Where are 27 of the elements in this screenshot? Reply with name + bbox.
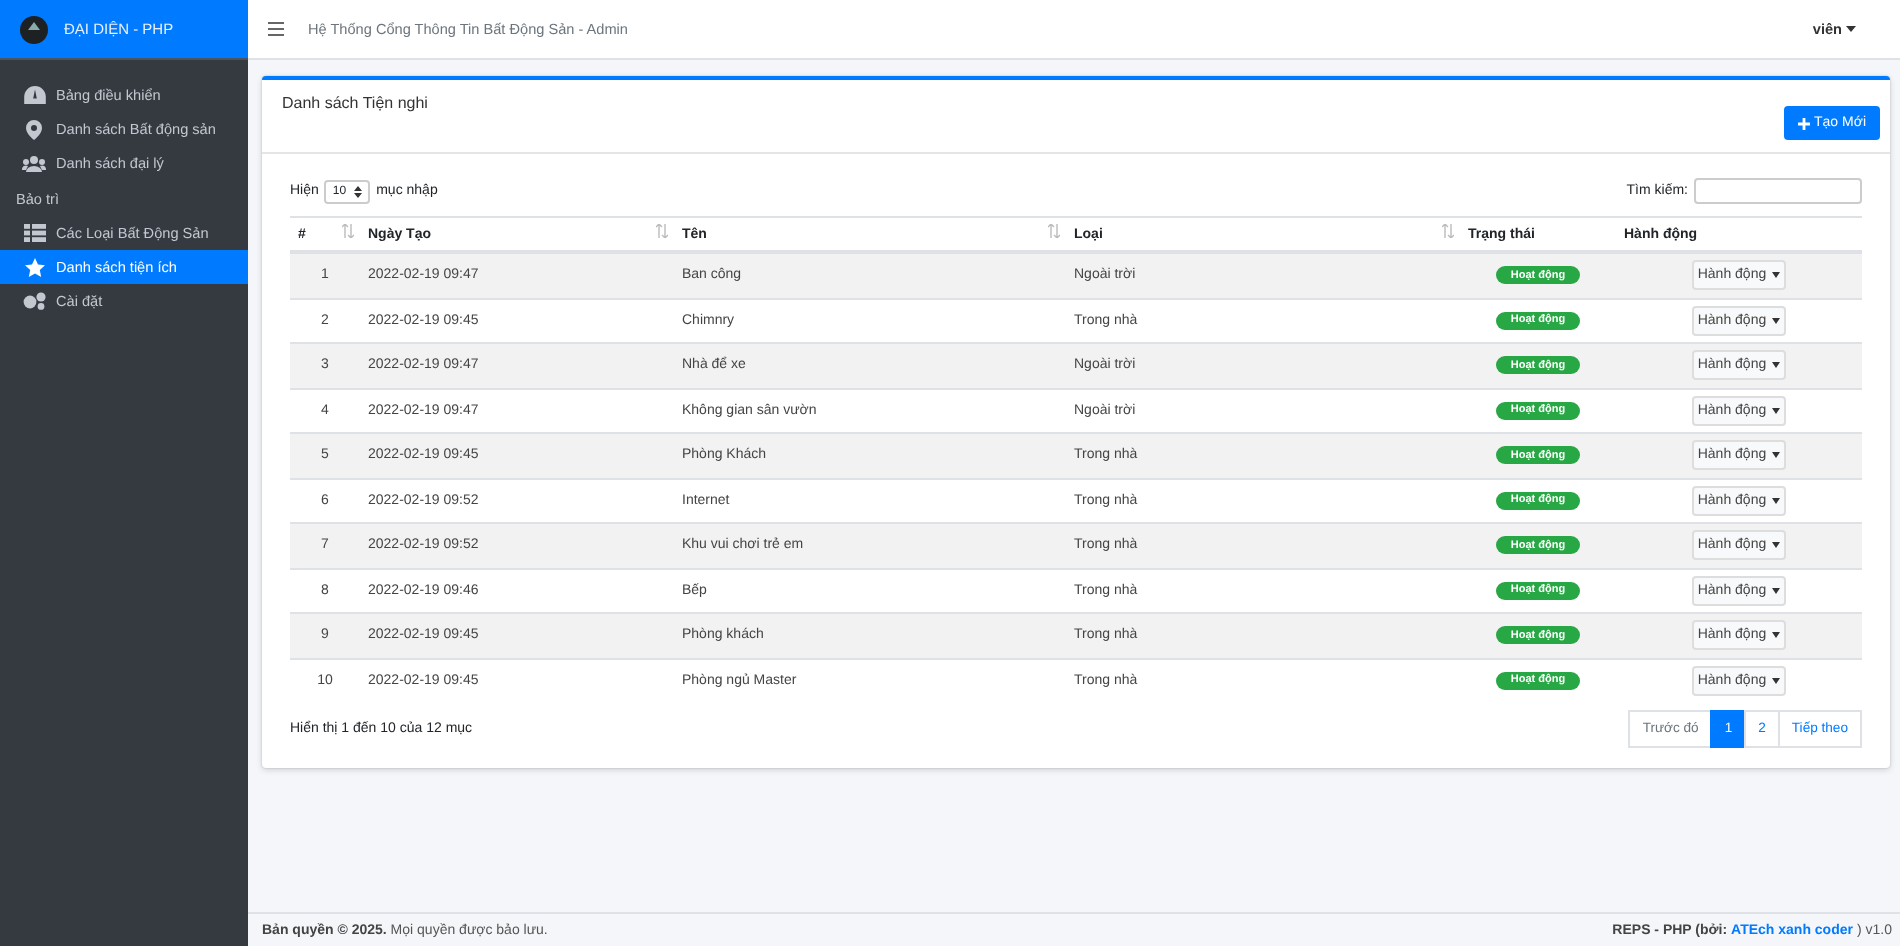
plus-icon: [1798, 117, 1811, 129]
logo-icon: [20, 15, 48, 43]
caret-icon: [1846, 26, 1856, 32]
star-icon: [23, 257, 45, 277]
caret-icon: [1772, 362, 1781, 369]
updown-icon: [354, 185, 363, 197]
dashboard-icon: [23, 86, 45, 104]
sort-icon[interactable]: [342, 224, 354, 238]
users-icon: [22, 155, 46, 171]
caret-icon: [1772, 632, 1781, 639]
card-title: Danh sách Tiện nghi: [282, 94, 428, 112]
caret-icon: [1772, 587, 1781, 594]
caret-icon: [1772, 272, 1781, 279]
menu-icon[interactable]: [268, 22, 284, 36]
sort-icon[interactable]: [656, 224, 668, 238]
list-icon: [23, 224, 45, 242]
caret-icon: [1772, 497, 1781, 504]
gears-icon: [22, 292, 46, 310]
search-field[interactable]: [1694, 178, 1862, 204]
sort-icon[interactable]: [1442, 224, 1454, 238]
caret-icon: [1772, 677, 1781, 684]
caret-icon: [1772, 452, 1781, 459]
sort-icon[interactable]: [1048, 224, 1060, 238]
caret-icon: [1772, 317, 1781, 324]
caret-icon: [1772, 542, 1781, 549]
caret-icon: [1772, 407, 1781, 414]
map-pin-icon: [26, 119, 42, 139]
